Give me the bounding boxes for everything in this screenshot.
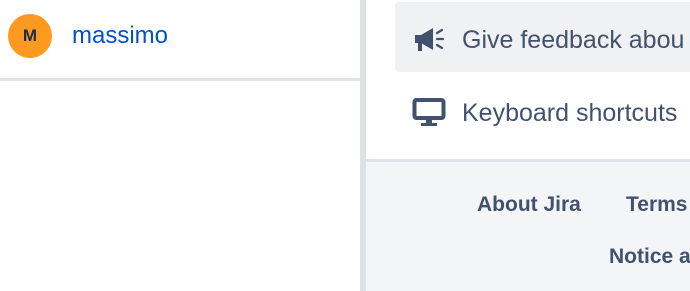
keyboard-shortcuts-label: Keyboard shortcuts — [462, 99, 678, 127]
help-menu-panel: Give feedback abou Keyboard shortcuts Ab… — [366, 0, 690, 291]
left-pane: M massimo — [0, 0, 362, 291]
give-feedback-menu-item[interactable]: Give feedback abou — [395, 2, 690, 72]
monitor-icon — [412, 98, 446, 126]
notice-link[interactable]: Notice a — [609, 244, 690, 270]
username-link[interactable]: massimo — [72, 21, 168, 51]
terms-link[interactable]: Terms — [626, 192, 687, 218]
megaphone-icon — [415, 28, 445, 51]
about-jira-link[interactable]: About Jira — [477, 192, 581, 218]
avatar[interactable]: M — [8, 14, 52, 58]
user-row[interactable]: M massimo — [0, 0, 362, 81]
give-feedback-label: Give feedback abou — [462, 26, 685, 54]
keyboard-shortcuts-menu-item[interactable]: Keyboard shortcuts — [395, 75, 690, 145]
menu-footer: About Jira Terms Notice a — [366, 159, 690, 291]
